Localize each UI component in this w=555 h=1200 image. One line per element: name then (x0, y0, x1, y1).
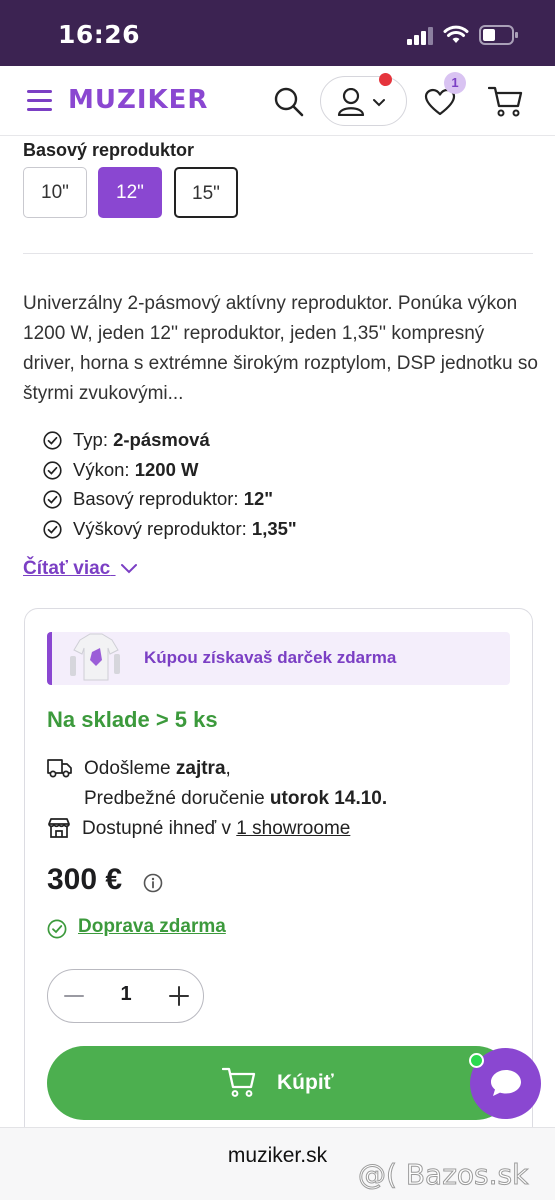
user-icon (337, 88, 385, 116)
spec-list: Typ: 2-pásmová Výkon: 1200 W Basový repr… (43, 425, 297, 543)
quantity-value[interactable]: 1 (116, 983, 136, 1006)
quantity-stepper: 1 (47, 969, 204, 1023)
browser-url-bar[interactable]: muziker.sk @( Bazos.sk (0, 1127, 555, 1200)
ship-prefix: Odošleme (84, 758, 176, 779)
plus-button[interactable] (166, 983, 192, 1009)
gift-text: Kúpou získavaš darček zdarma (144, 648, 397, 667)
stock-status: Na sklade > 5 ks (47, 707, 218, 732)
check-circle-icon (43, 431, 62, 450)
gift-tshirt-image (70, 633, 120, 681)
ship-day: zajtra (175, 758, 226, 779)
search-icon[interactable] (273, 86, 305, 118)
cart-icon (222, 1067, 256, 1097)
ship-suffix: , (225, 758, 231, 779)
spec-value: 1,35" (251, 517, 297, 539)
spec-value: 12" (243, 488, 274, 509)
read-more-link[interactable]: Čítať viac (23, 558, 138, 580)
spec-item: Výkon: 1200 W (43, 455, 297, 485)
info-icon[interactable] (143, 873, 163, 893)
cellular-signal-icon (407, 27, 433, 45)
spec-item: Basový reproduktor: 12" (43, 484, 297, 514)
size-option-12[interactable]: 12" (98, 167, 162, 218)
shipping-info: Odošleme zajtra, Predbežné doručenie uto… (47, 754, 387, 814)
check-circle-icon (43, 490, 62, 509)
spec-name: Výkon: (73, 458, 135, 480)
chat-button[interactable] (469, 1048, 541, 1119)
account-button[interactable] (320, 73, 407, 126)
divider (23, 253, 533, 254)
minus-button[interactable] (61, 983, 87, 1009)
spec-value: 2-pásmová (113, 429, 210, 450)
watermark: @( Bazos.sk (357, 1158, 529, 1192)
chat-bubble-icon (491, 1070, 521, 1096)
check-circle-icon (43, 460, 62, 480)
free-shipping-label: Doprava zdarma (78, 916, 226, 937)
buy-button[interactable]: Kúpiť (47, 1046, 513, 1120)
ship-line: Odošleme zajtra, (84, 754, 387, 784)
purchase-card: Kúpou získavaš darček zdarma Na sklade >… (24, 608, 533, 1148)
spec-name: Basový reproduktor: (73, 488, 244, 509)
wishlist-button[interactable]: 1 (424, 72, 466, 121)
cart-icon[interactable] (488, 85, 524, 117)
variant-label: Basový reproduktor (23, 140, 195, 160)
wifi-icon (443, 25, 469, 43)
online-indicator (469, 1053, 484, 1068)
check-circle-icon (43, 519, 62, 539)
wishlist-count-badge: 1 (444, 72, 466, 94)
menu-icon[interactable] (27, 90, 53, 112)
gift-banner[interactable]: Kúpou získavaš darček zdarma (47, 632, 510, 685)
spec-item: Výškový reproduktor: 1,35" (43, 514, 297, 544)
spec-item: Typ: 2-pásmová (43, 425, 297, 455)
showroom-info: Dostupné ihneď v 1 showroome (47, 814, 350, 844)
read-more-label: Čítať viac (23, 558, 111, 579)
spec-value: 1200 W (134, 458, 199, 480)
showroom-prefix: Dostupné ihneď v (82, 818, 237, 839)
free-shipping-link[interactable]: Doprava zdarma (47, 916, 226, 939)
product-description: Univerzálny 2-pásmový aktívny reprodukto… (23, 293, 538, 404)
showroom-link[interactable]: 1 showroome (236, 818, 350, 839)
spec-name: Typ: (73, 429, 114, 450)
status-time: 16:26 (58, 20, 141, 49)
site-header: MUZIKER 1 (0, 66, 555, 136)
chevron-down-icon (120, 563, 137, 574)
check-circle-icon (47, 919, 67, 939)
spec-name: Výškový reproduktor: (73, 517, 252, 539)
notification-dot (379, 73, 392, 86)
delivery-prefix: Predbežné doručenie (84, 788, 270, 809)
delivery-truck-icon (47, 759, 72, 778)
battery-icon (479, 25, 518, 45)
delivery-line: Predbežné doručenie utorok 14.10. (84, 784, 387, 814)
size-option-10[interactable]: 10" (23, 167, 87, 218)
delivery-date: utorok 14.10. (269, 788, 388, 809)
buy-label: Kúpiť (277, 1071, 334, 1094)
status-bar: 16:26 (0, 0, 555, 66)
muziker-logo[interactable]: MUZIKER (68, 85, 208, 115)
size-option-15[interactable]: 15" (174, 167, 238, 218)
store-icon (48, 818, 70, 838)
product-price: 300 € (47, 863, 123, 896)
